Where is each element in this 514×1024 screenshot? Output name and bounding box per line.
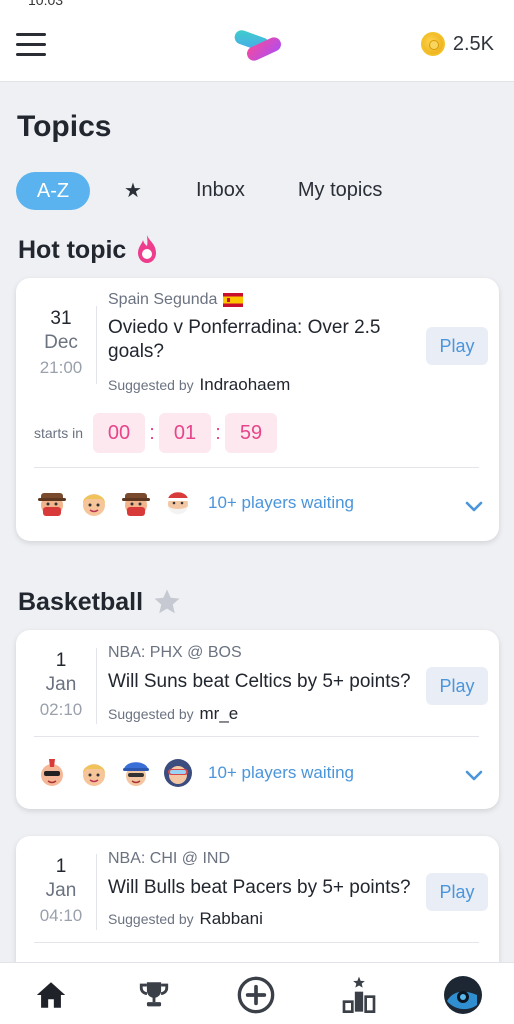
topic-question[interactable]: Will Bulls beat Pacers by 5+ points?	[108, 876, 418, 900]
league-name: NBA: CHI @ IND	[108, 850, 231, 867]
status-time: 10:03	[28, 0, 64, 8]
trophy-icon	[139, 982, 169, 1007]
fire-icon	[138, 235, 157, 263]
player-avatar	[83, 494, 105, 516]
add-circle-icon	[237, 976, 275, 1014]
league-label: Spain Segunda	[108, 291, 244, 309]
bottom-nav	[0, 962, 514, 1024]
page-title: Topics	[17, 110, 112, 143]
app-logo	[234, 30, 281, 61]
divider	[34, 467, 479, 468]
chevron-down-icon[interactable]	[463, 495, 485, 517]
match-date: 1 Jan 02:10	[34, 650, 88, 720]
topic-card[interactable]: 1 Jan 02:10 NBA: PHX @ BOS Will Suns bea…	[16, 630, 499, 809]
star-icon[interactable]	[151, 587, 183, 617]
play-button[interactable]: Play	[426, 873, 488, 911]
play-button[interactable]: Play	[426, 667, 488, 705]
player-avatar	[41, 759, 63, 786]
player-avatar	[122, 493, 150, 516]
match-date: 1 Jan 04:10	[34, 856, 88, 926]
players-waiting-link[interactable]: 10+ players waiting	[208, 493, 354, 513]
topic-question[interactable]: Oviedo v Ponferradina: Over 2.5 goals?	[108, 316, 418, 364]
basketball-title: Basketball	[18, 587, 144, 616]
match-date: 31 Dec 21:00	[34, 308, 88, 378]
tab-favorites[interactable]: ★	[124, 170, 142, 211]
date-day: 1	[55, 650, 67, 671]
tab-my-topics[interactable]: My topics	[298, 171, 382, 210]
date-day: 1	[55, 856, 67, 877]
play-button[interactable]: Play	[426, 327, 488, 365]
date-time: 21:00	[39, 358, 83, 377]
suggested-by: Suggested by Indraohaem	[108, 375, 290, 395]
profile-avatar	[444, 976, 482, 1014]
basketball-heading: Basketball	[18, 587, 183, 617]
hot-topic-heading: Hot topic	[18, 234, 160, 266]
player-avatar	[168, 492, 188, 515]
date-month: Jan	[45, 880, 77, 901]
spain-flag-icon	[223, 293, 244, 307]
date-month: Jan	[45, 674, 77, 695]
suggester-name[interactable]: mr_e	[200, 704, 239, 723]
player-avatar	[123, 762, 149, 786]
status-bar: 10:03	[0, 0, 514, 8]
countdown-hours: 00	[93, 413, 146, 453]
suggested-by: Suggested by Rabbani	[108, 909, 263, 929]
topic-tabs: A-Z ★ Inbox My topics	[16, 170, 382, 211]
tab-inbox[interactable]: Inbox	[196, 171, 245, 210]
player-avatar	[164, 759, 192, 787]
suggested-by: Suggested by mr_e	[108, 704, 238, 724]
league-label: NBA: PHX @ BOS	[108, 644, 242, 662]
suggested-label: Suggested by	[108, 911, 194, 927]
tab-a-z[interactable]: A-Z	[16, 171, 90, 210]
hot-topic-card[interactable]: 31 Dec 21:00 Spain Segunda Oviedo v Ponf…	[16, 278, 499, 541]
suggester-name[interactable]: Rabbani	[200, 909, 263, 928]
suggester-name[interactable]: Indraohaem	[200, 375, 291, 394]
topic-question[interactable]: Will Suns beat Celtics by 5+ points?	[108, 670, 418, 694]
date-month: Dec	[44, 332, 78, 353]
suggested-label: Suggested by	[108, 706, 194, 722]
divider	[96, 306, 97, 384]
date-time: 02:10	[39, 700, 83, 719]
coin-icon	[420, 32, 445, 56]
coin-amount: 2.5K	[452, 32, 494, 55]
hot-topic-title: Hot topic	[18, 235, 127, 264]
divider	[34, 736, 479, 737]
nav-leaderboard[interactable]	[339, 975, 379, 1015]
home-icon	[36, 982, 66, 1008]
nav-home[interactable]	[31, 975, 71, 1015]
leaderboard-icon	[342, 976, 376, 1013]
coin-balance[interactable]: 2.5K	[420, 32, 494, 56]
date-time: 04:10	[39, 906, 83, 925]
nav-profile[interactable]	[443, 975, 483, 1015]
player-avatar	[83, 764, 105, 786]
divider	[96, 854, 97, 930]
app-header: 2.5K	[0, 8, 514, 82]
nav-trophy[interactable]	[134, 975, 174, 1015]
menu-icon[interactable]	[16, 33, 46, 57]
countdown-seconds: 59	[225, 413, 278, 453]
countdown-minutes: 01	[159, 413, 212, 453]
starts-in-label: starts in	[34, 425, 84, 441]
countdown: starts in 00 : 01 : 59	[34, 413, 278, 453]
date-day: 31	[50, 308, 72, 329]
chevron-down-icon[interactable]	[463, 764, 485, 786]
suggested-label: Suggested by	[108, 377, 194, 393]
player-avatar	[38, 493, 66, 516]
league-name: Spain Segunda	[108, 291, 218, 308]
divider	[34, 942, 479, 943]
waiting-players: 10+ players waiting	[36, 487, 354, 519]
players-waiting-link[interactable]: 10+ players waiting	[208, 763, 354, 783]
nav-create[interactable]	[236, 975, 276, 1015]
league-label: NBA: CHI @ IND	[108, 850, 230, 868]
league-name: NBA: PHX @ BOS	[108, 644, 242, 661]
waiting-players: 10+ players waiting	[36, 757, 354, 789]
divider	[96, 648, 97, 724]
